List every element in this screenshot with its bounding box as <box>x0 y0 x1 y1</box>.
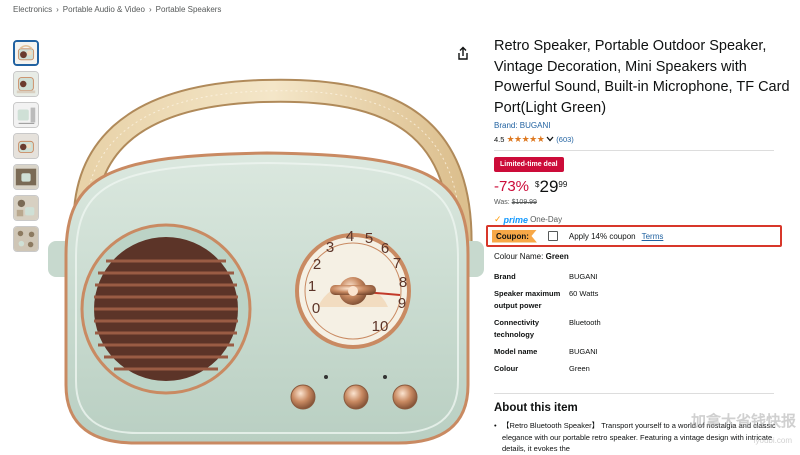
spec-value: BUGANI <box>569 347 598 356</box>
spec-key: Connectivity technology <box>494 318 540 339</box>
watermark-url: iyoubi.com <box>753 436 792 445</box>
dial-number-10: 10 <box>372 318 389 335</box>
thumbnail-1[interactable] <box>13 40 39 66</box>
spec-value: Green <box>569 364 590 373</box>
dial-number-3: 3 <box>326 239 334 256</box>
colour-name-row: Colour Name: Green <box>494 252 569 261</box>
star-rating-icon[interactable]: ★★★★★ <box>506 134 544 145</box>
chevron-down-icon[interactable] <box>546 135 554 144</box>
product-title: Retro Speaker, Portable Outdoor Speaker,… <box>494 38 790 116</box>
coupon-text[interactable]: Apply 14% coupon <box>569 232 636 241</box>
spec-value: 60 Watts <box>569 289 599 298</box>
rating-value: 4.5 <box>494 135 505 144</box>
breadcrumb-separator: › <box>148 5 152 14</box>
product-info: Retro Speaker, Portable Outdoor Speaker,… <box>486 36 794 453</box>
discount-percent: -73% <box>494 178 530 195</box>
breadcrumb-item-portable-audio[interactable]: Portable Audio & Video <box>63 5 145 14</box>
thumbnail-2[interactable] <box>13 71 39 97</box>
spec-key: Colour <box>494 364 519 373</box>
thumbnail-5[interactable] <box>13 164 39 190</box>
about-heading: About this item <box>494 402 578 414</box>
rating-count-link[interactable]: (603) <box>556 135 574 144</box>
price-fraction: 99 <box>558 180 568 189</box>
was-label: Was: <box>494 199 510 206</box>
brand-link[interactable]: Brand: BUGANI <box>494 121 794 130</box>
spec-value: BUGANI <box>569 272 598 281</box>
dial-number-4: 4 <box>346 228 354 245</box>
spec-key: Model name <box>494 347 538 356</box>
prime-badge: ✓ prime One-Day <box>494 214 794 225</box>
table-row: Connectivity technology Bluetooth <box>494 317 601 346</box>
dial-number-6: 6 <box>381 240 389 257</box>
coupon-row: Coupon: Apply 14% coupon Terms <box>486 225 782 247</box>
prime-delivery: One-Day <box>530 215 563 224</box>
price-row: -73% $ 29 99 <box>494 178 794 195</box>
dial-number-5: 5 <box>365 230 373 247</box>
price-whole: 29 <box>539 177 559 196</box>
thumbnail-4[interactable] <box>13 133 39 159</box>
colour-name-label: Colour Name: <box>494 252 544 261</box>
dial-number-2: 2 <box>313 256 321 273</box>
was-price-row: Was: $109.99 <box>494 199 794 206</box>
divider <box>494 393 774 394</box>
thumbnail-7[interactable] <box>13 226 39 252</box>
rating-row: 4.5 ★★★★★ (603) <box>494 134 794 145</box>
watermark: 加拿大省钱快报 <box>690 413 796 430</box>
thumbnail-strip <box>13 40 41 257</box>
table-row: Model name BUGANI <box>494 346 601 363</box>
coupon-badge: Coupon: <box>492 229 537 243</box>
thumbnail-3[interactable] <box>13 102 39 128</box>
dial-number-1: 1 <box>308 278 316 295</box>
spec-value: Bluetooth <box>569 318 601 327</box>
table-row: Speaker maximum output power 60 Watts <box>494 288 601 317</box>
dial-number-0: 0 <box>312 300 320 317</box>
divider <box>494 150 774 151</box>
specs-table: Brand BUGANI Speaker maximum output powe… <box>494 271 601 380</box>
spec-key: Brand <box>494 272 516 281</box>
breadcrumb-separator: › <box>56 5 59 14</box>
table-row: Brand BUGANI <box>494 271 601 288</box>
colour-name-value: Green <box>545 252 569 261</box>
dial-number-8: 8 <box>399 274 407 291</box>
breadcrumb-item-electronics[interactable]: Electronics <box>13 5 52 14</box>
prime-label: prime <box>503 214 529 225</box>
breadcrumb: Electronics › Portable Audio & Video › Porta… <box>13 5 221 14</box>
thumbnail-6[interactable] <box>13 195 39 221</box>
coupon-checkbox[interactable] <box>547 231 558 241</box>
spec-key: Speaker maximum output power <box>494 289 561 310</box>
breadcrumb-item-portable-speakers[interactable]: Portable Speakers <box>156 5 222 14</box>
deal-badge: Limited-time deal <box>494 157 564 172</box>
terms-link[interactable]: Terms <box>642 232 664 241</box>
check-icon: ✓ <box>494 214 502 224</box>
dial-number-9: 9 <box>398 295 406 312</box>
was-price: $109.99 <box>511 199 537 206</box>
dial-number-7: 7 <box>393 255 401 272</box>
table-row: Colour Green <box>494 363 601 380</box>
product-image-speaker[interactable]: 0 1 2 3 4 5 6 7 8 9 10 <box>48 55 486 455</box>
price: $ 29 99 <box>535 178 567 195</box>
